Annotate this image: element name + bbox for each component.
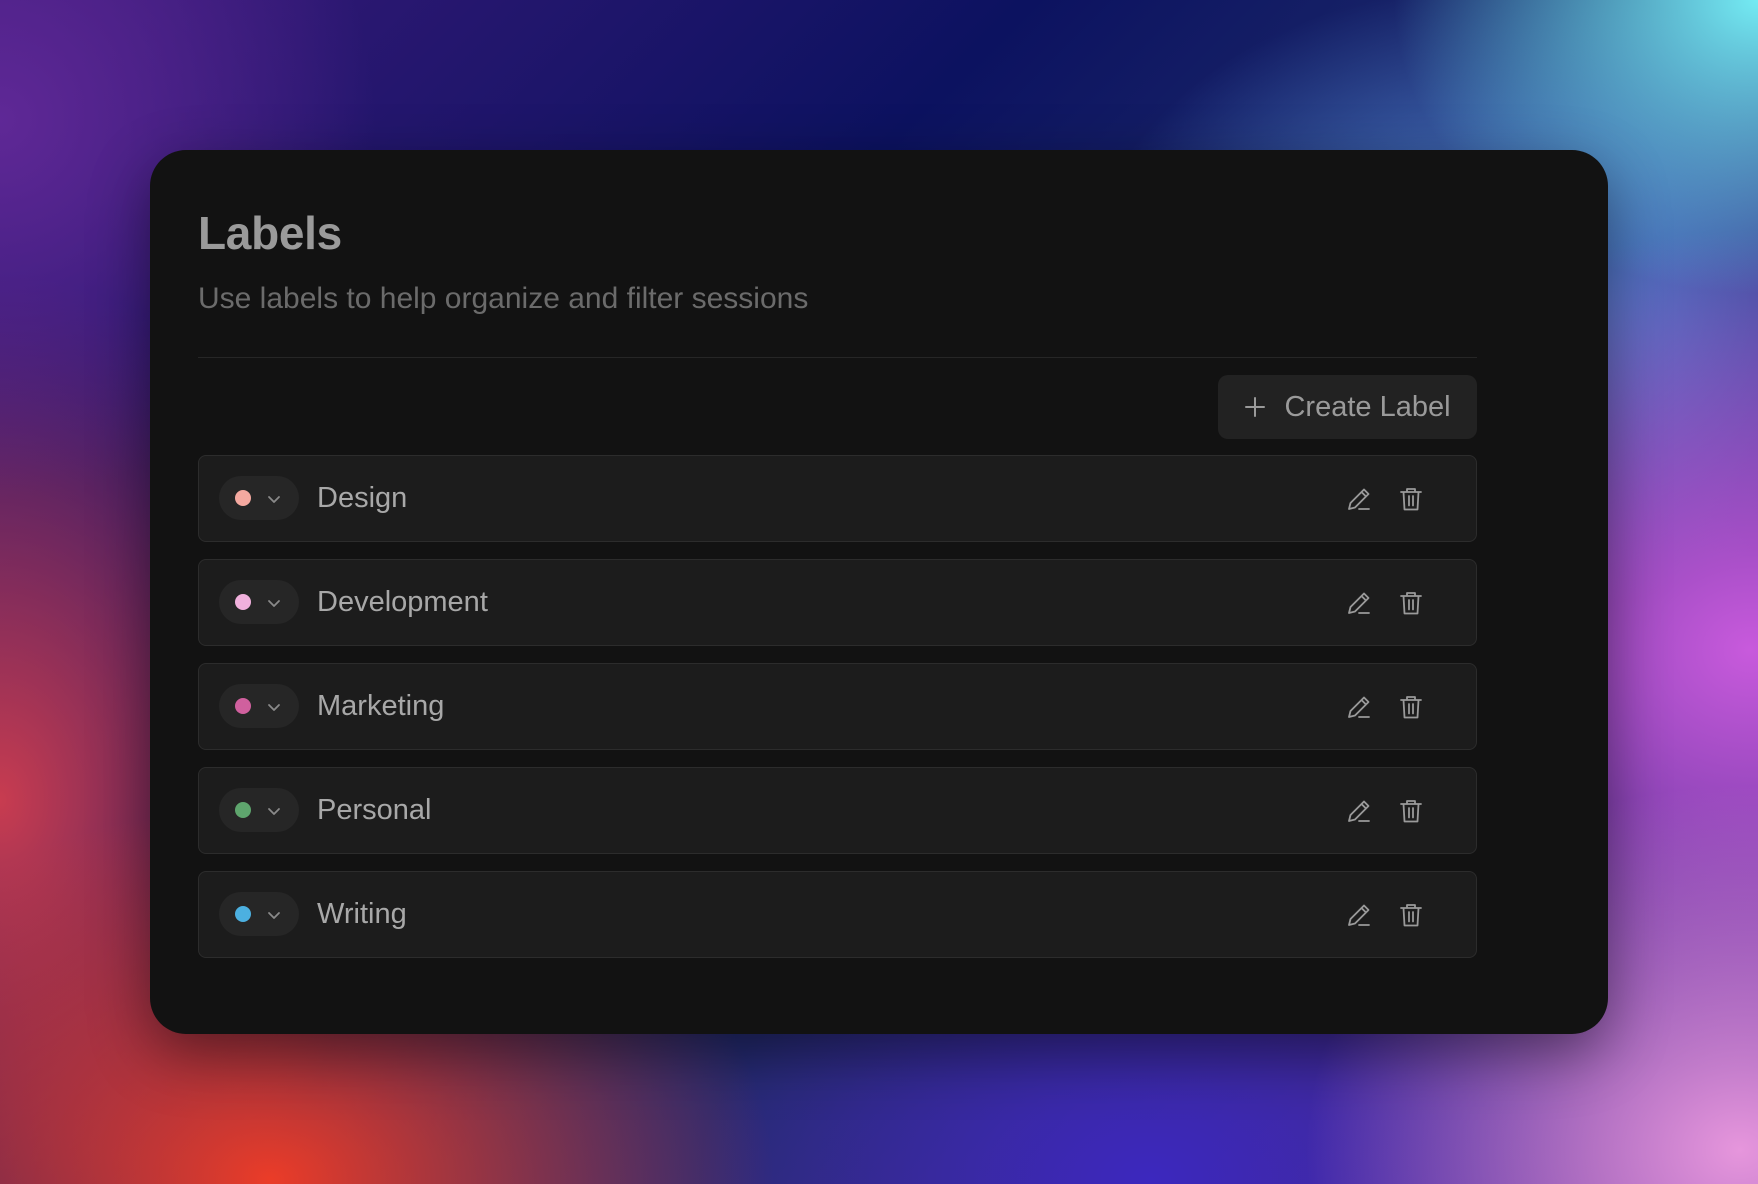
- color-picker-button[interactable]: [219, 684, 299, 728]
- pencil-icon[interactable]: [1341, 793, 1377, 829]
- pencil-icon[interactable]: [1341, 689, 1377, 725]
- divider: [198, 357, 1477, 358]
- color-picker-button[interactable]: [219, 580, 299, 624]
- chevron-down-icon: [266, 907, 282, 928]
- color-dot: [235, 698, 251, 714]
- color-picker-button[interactable]: [219, 892, 299, 936]
- label-name: Marketing: [317, 690, 445, 722]
- color-dot: [235, 490, 251, 506]
- pencil-icon[interactable]: [1341, 897, 1377, 933]
- chevron-down-icon: [266, 699, 282, 720]
- label-name: Personal: [317, 794, 432, 826]
- page-subtitle: Use labels to help organize and filter s…: [198, 282, 809, 315]
- pencil-icon[interactable]: [1341, 585, 1377, 621]
- create-label-text: Create Label: [1284, 390, 1451, 423]
- chevron-down-icon: [266, 803, 282, 824]
- color-dot: [235, 802, 251, 818]
- plus-icon: [1244, 396, 1266, 418]
- labels-list: Design Development Marketing Personal Wr…: [198, 455, 1477, 975]
- label-name: Writing: [317, 898, 407, 930]
- labels-panel: Labels Use labels to help organize and f…: [150, 150, 1608, 1034]
- color-picker-button[interactable]: [219, 476, 299, 520]
- color-dot: [235, 906, 251, 922]
- label-row-personal: Personal: [198, 767, 1477, 854]
- label-row-design: Design: [198, 455, 1477, 542]
- label-name: Design: [317, 482, 408, 514]
- trash-icon[interactable]: [1393, 897, 1429, 933]
- chevron-down-icon: [266, 491, 282, 512]
- label-row-writing: Writing: [198, 871, 1477, 958]
- color-dot: [235, 594, 251, 610]
- create-label-button[interactable]: Create Label: [1218, 375, 1477, 439]
- label-name: Development: [317, 586, 488, 618]
- pencil-icon[interactable]: [1341, 481, 1377, 517]
- trash-icon[interactable]: [1393, 585, 1429, 621]
- chevron-down-icon: [266, 595, 282, 616]
- label-row-marketing: Marketing: [198, 663, 1477, 750]
- trash-icon[interactable]: [1393, 481, 1429, 517]
- trash-icon[interactable]: [1393, 689, 1429, 725]
- page-title: Labels: [198, 207, 342, 259]
- label-row-development: Development: [198, 559, 1477, 646]
- trash-icon[interactable]: [1393, 793, 1429, 829]
- color-picker-button[interactable]: [219, 788, 299, 832]
